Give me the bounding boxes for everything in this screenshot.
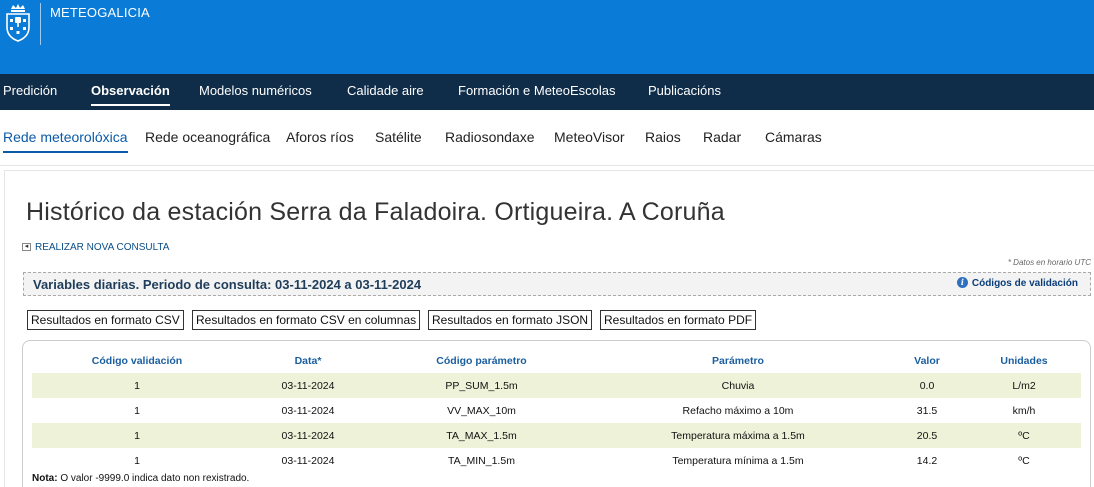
results-table: Código validación Data* Código parámetro…	[32, 348, 1081, 473]
nav-item-modelos[interactable]: Modelos numéricos	[199, 74, 312, 110]
subnav-item-raios[interactable]: Raios	[645, 129, 681, 145]
cell-param: Temperatura mínima a 1.5m	[672, 454, 804, 467]
cell-date: 03-11-2024	[242, 373, 374, 398]
header-value: Valor	[914, 354, 940, 367]
csv-export-button[interactable]: Resultados en formato CSV	[27, 310, 184, 330]
nav-item-predicion[interactable]: Predición	[3, 74, 57, 110]
subnav-item-radiosondaxe[interactable]: Radiosondaxe	[445, 129, 535, 145]
cell-validation: 1	[134, 454, 140, 467]
header-units: Unidades	[1000, 354, 1048, 367]
table-header-row: Código validación Data* Código parámetro…	[32, 348, 1081, 373]
cell-units: L/m2	[967, 373, 1081, 398]
utc-note: * Datos en horario UTC	[1007, 258, 1091, 267]
nav-item-formacion[interactable]: Formación e MeteoEscolas	[458, 74, 616, 110]
footnote: Nota: O valor -9999.0 indica dato non re…	[32, 473, 249, 484]
new-query-label: REALIZAR NOVA CONSULTA	[35, 242, 170, 253]
subnav-item-radar[interactable]: Radar	[703, 129, 741, 145]
cell-value: 31.5	[916, 404, 938, 417]
cell-param: Refacho máximo a 10m	[682, 404, 794, 417]
page-title: Histórico da estación Serra da Faladoira…	[26, 198, 725, 226]
cell-value: 20.5	[887, 423, 967, 448]
pdf-export-button[interactable]: Resultados en formato PDF	[600, 310, 757, 330]
cell-date: 03-11-2024	[281, 454, 335, 467]
cell-date: 03-11-2024	[242, 423, 374, 448]
period-text: Variables diarias. Periodo de consulta: …	[33, 277, 422, 292]
subnav-item-rede-meteoroloxica[interactable]: Rede meteorolóxica	[3, 129, 128, 153]
cell-param-code: TA_MIN_1.5m	[448, 454, 515, 467]
json-export-button[interactable]: Resultados en formato JSON	[428, 310, 593, 330]
header-param-code: Código parámetro	[436, 354, 527, 367]
cell-units: ºC	[967, 423, 1081, 448]
cell-validation: 1	[32, 423, 242, 448]
cell-param-code: PP_SUM_1.5m	[374, 373, 589, 398]
cell-validation: 1	[134, 404, 140, 417]
nav-item-calidade-aire[interactable]: Calidade aire	[347, 74, 424, 110]
arrow-left-icon: ◂	[22, 243, 31, 252]
info-icon: i	[956, 277, 968, 288]
subnav-item-satelite[interactable]: Satélite	[375, 129, 422, 145]
subnav-item-meteovisor[interactable]: MeteoVisor	[554, 129, 625, 145]
header-validation: Código validación	[91, 354, 183, 367]
csv-columns-export-button[interactable]: Resultados en formato CSV en columnas	[192, 310, 421, 330]
period-box: Variables diarias. Periodo de consulta: …	[23, 272, 1091, 296]
cell-date: 03-11-2024	[281, 404, 335, 417]
sub-nav: Rede meteorolóxica Rede oceanográfica Af…	[0, 110, 1094, 166]
cell-param: Temperatura máxima a 1.5m	[589, 423, 887, 448]
table-row: 1 03-11-2024 VV_MAX_10m Refacho máximo a…	[32, 398, 1081, 423]
new-query-link[interactable]: ◂ REALIZAR NOVA CONSULTA	[22, 242, 169, 253]
cell-value: 14.2	[916, 454, 938, 467]
results-table-container: Código validación Data* Código parámetro…	[22, 340, 1091, 487]
nav-item-observacion[interactable]: Observación	[91, 74, 170, 110]
subnav-item-aforos-rios[interactable]: Aforos ríos	[286, 129, 354, 145]
top-header: METEOGALICIA	[0, 0, 1094, 74]
cell-validation: 1	[32, 373, 242, 398]
logo-divider	[40, 3, 41, 45]
brand-name[interactable]: METEOGALICIA	[50, 5, 150, 20]
xunta-emblem-icon[interactable]	[3, 3, 33, 43]
header-date: Data*	[294, 354, 322, 367]
cell-units: ºC	[1018, 454, 1030, 467]
subnav-item-rede-oceanografica[interactable]: Rede oceanográfica	[145, 129, 270, 145]
cell-param-code: TA_MAX_1.5m	[374, 423, 589, 448]
validation-codes-link[interactable]: i Códigos de validación	[956, 277, 1078, 289]
footnote-text: O valor -9999.0 indica dato non rexistra…	[57, 473, 250, 484]
table-row: 1 03-11-2024 TA_MAX_1.5m Temperatura máx…	[32, 423, 1081, 448]
cell-param-code: VV_MAX_10m	[447, 404, 516, 417]
header-param: Parámetro	[712, 354, 764, 367]
cell-value: 0.0	[887, 373, 967, 398]
footnote-label: Nota:	[32, 473, 58, 484]
table-row: 1 03-11-2024 PP_SUM_1.5m Chuvia 0.0 L/m2	[32, 373, 1081, 398]
table-row: 1 03-11-2024 TA_MIN_1.5m Temperatura mín…	[32, 448, 1081, 473]
validation-codes-label: Códigos de validación	[971, 278, 1078, 289]
cell-param: Chuvia	[589, 373, 887, 398]
main-nav: Predición Observación Modelos numéricos …	[0, 74, 1094, 110]
nav-item-publicacions[interactable]: Publicacións	[648, 74, 721, 110]
subnav-item-camaras[interactable]: Cámaras	[765, 129, 822, 145]
cell-units: km/h	[1012, 404, 1036, 417]
